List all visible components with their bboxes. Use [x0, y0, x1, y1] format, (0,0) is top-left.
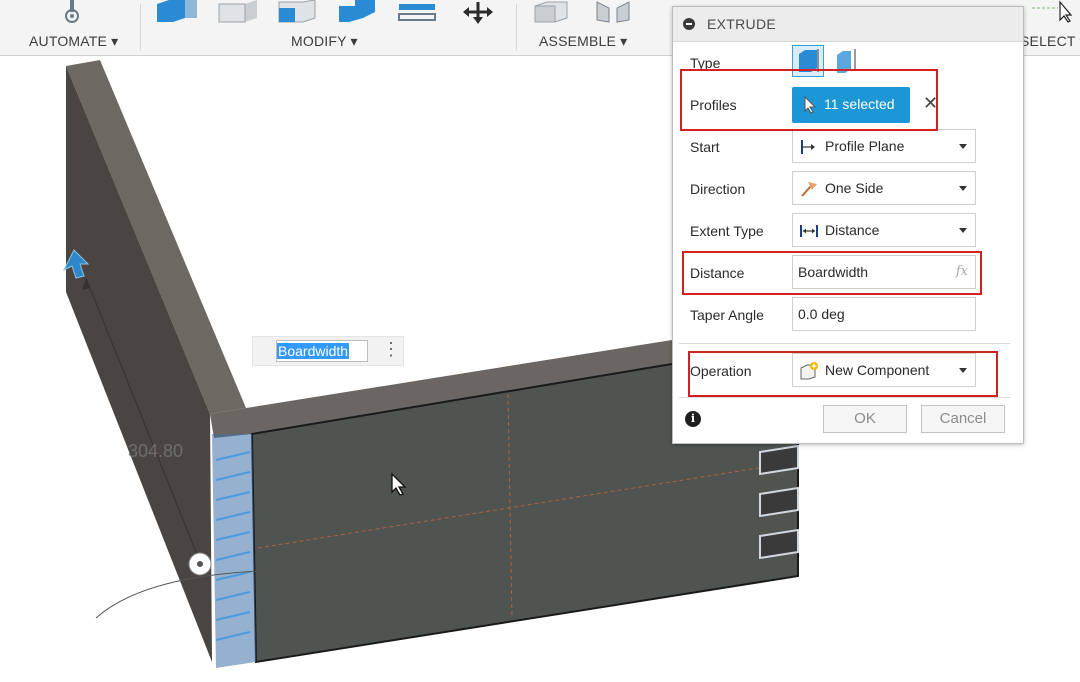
select-group: SELECT ▾ — [1018, 0, 1080, 55]
assemble-group: ASSEMBLE ▾ — [517, 0, 651, 55]
chevron-down-icon — [959, 228, 967, 233]
extent-type-dropdown[interactable]: Distance — [792, 213, 976, 247]
direction-label: Direction — [690, 181, 746, 197]
chevron-down-icon — [959, 144, 967, 149]
chamfer-icon[interactable] — [275, 0, 321, 24]
inline-distance-text: Boardwidth — [277, 343, 350, 359]
extrude-direction-arrow-icon[interactable] — [58, 248, 92, 280]
shell-icon[interactable] — [335, 0, 381, 24]
extent-type-label: Extent Type — [690, 223, 764, 239]
mouse-cursor-icon — [391, 472, 407, 496]
inline-distance-input[interactable]: Boardwidth — [276, 340, 368, 362]
select-menu[interactable]: SELECT ▾ — [1020, 33, 1080, 50]
press-pull-icon[interactable] — [155, 0, 201, 24]
modify-group: MODIFY ▾ — [141, 0, 515, 55]
distance-icon — [800, 225, 818, 237]
automate-icon[interactable] — [60, 0, 84, 24]
modify-menu[interactable]: MODIFY ▾ — [291, 33, 358, 50]
extrude-dialog: EXTRUDE Type Profiles 11 selected ✕ Star… — [672, 6, 1024, 444]
taper-angle-value: 0.0 deg — [798, 306, 845, 322]
move-icon[interactable] — [455, 0, 501, 24]
automate-menu[interactable]: AUTOMATE ▾ — [29, 33, 118, 50]
dimension-label: 304.80 — [128, 441, 184, 461]
collapse-icon[interactable] — [683, 18, 695, 30]
assemble-menu[interactable]: ASSEMBLE ▾ — [539, 33, 627, 50]
profile-plane-icon — [801, 140, 815, 154]
dialog-divider — [679, 343, 1011, 344]
dialog-header: EXTRUDE — [673, 7, 1023, 42]
start-value: Profile Plane — [825, 138, 905, 154]
joint-icon[interactable] — [591, 0, 635, 24]
cancel-button[interactable]: Cancel — [921, 405, 1005, 433]
one-side-icon — [801, 182, 817, 197]
more-options-icon[interactable]: ⋮ — [382, 339, 400, 359]
new-component-icon[interactable] — [531, 0, 575, 24]
dialog-title: EXTRUDE — [707, 16, 776, 32]
distance-highlight — [682, 251, 982, 295]
direction-dropdown[interactable]: One Side — [792, 171, 976, 205]
ok-button[interactable]: OK — [823, 405, 907, 433]
dialog-divider — [679, 397, 1011, 398]
taper-angle-label: Taper Angle — [690, 307, 764, 323]
start-dropdown[interactable]: Profile Plane — [792, 129, 976, 163]
operation-highlight — [688, 351, 998, 397]
direction-value: One Side — [825, 180, 884, 196]
info-icon[interactable]: i — [685, 411, 701, 427]
chevron-down-icon — [959, 186, 967, 191]
split-face-icon[interactable] — [395, 0, 441, 24]
start-label: Start — [690, 139, 720, 155]
select-arrow-icon[interactable] — [1028, 0, 1078, 24]
fillet-icon[interactable] — [215, 0, 261, 24]
extent-type-value: Distance — [825, 222, 880, 238]
automate-group: AUTOMATE ▾ — [0, 0, 140, 55]
taper-angle-input[interactable]: 0.0 deg — [792, 297, 976, 331]
profiles-highlight — [680, 69, 938, 131]
